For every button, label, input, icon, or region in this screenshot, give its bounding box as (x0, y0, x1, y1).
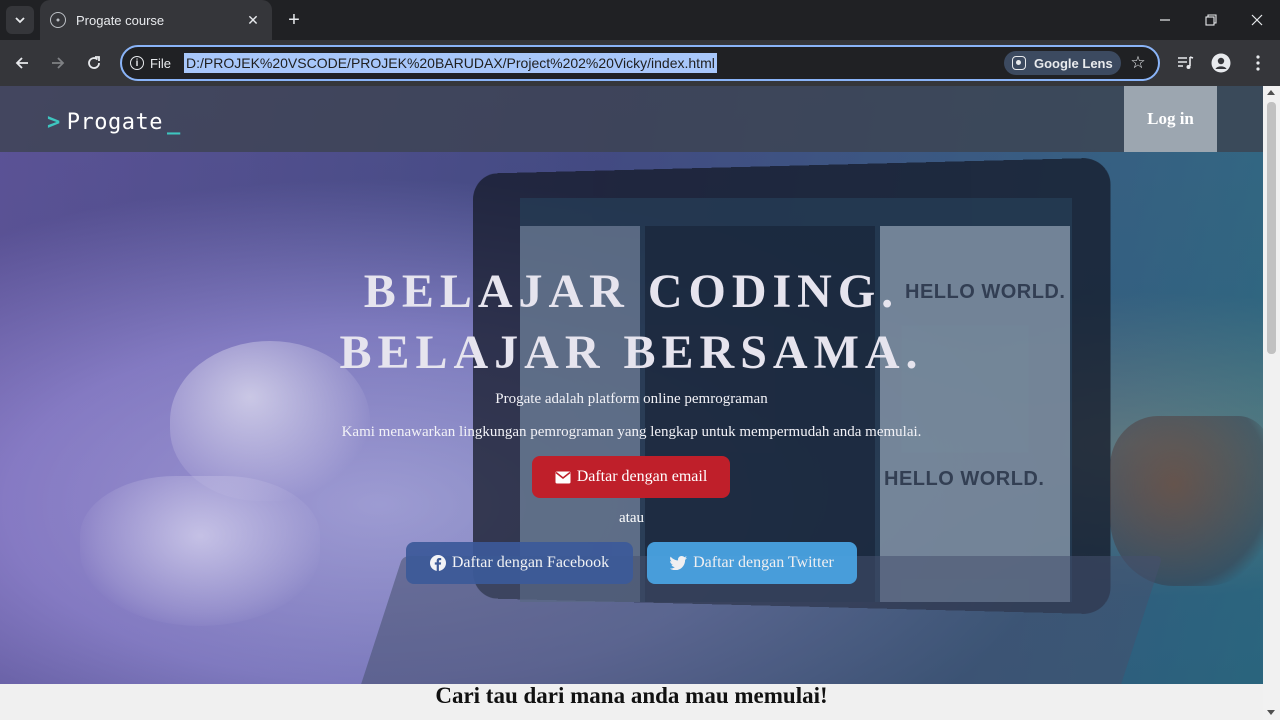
back-button[interactable] (8, 49, 36, 77)
hero-description-2: Kami menawarkan lingkungan pemrograman y… (341, 424, 922, 440)
scroll-down-arrow-icon[interactable] (1267, 710, 1275, 715)
logo-cursor: _ (166, 110, 181, 135)
headline-line-2: BELAJAR BERSAMA. (339, 326, 924, 379)
arrow-left-icon (15, 57, 28, 69)
address-bar[interactable]: i File D:/PROJEK%20VSCODE/PROJEK%20BARUD… (120, 45, 1160, 81)
google-lens-button[interactable]: Google Lens (1004, 51, 1121, 75)
signup-twitter-label: Daftar dengan Twitter (693, 554, 834, 571)
hero-photo-cup (80, 476, 320, 626)
restore-icon (1205, 14, 1217, 26)
page-viewport: HELLO WORLD. HELLO WORLD. > Progate _ Log … (0, 86, 1263, 720)
scroll-up-arrow-icon[interactable] (1267, 90, 1275, 95)
profile-icon (1211, 53, 1231, 73)
info-icon: i (130, 56, 144, 70)
minimize-icon (1160, 19, 1170, 21)
close-icon (1251, 14, 1263, 26)
media-control-icon (1178, 56, 1194, 69)
browser-tab-strip: Progate course ✕ + (0, 0, 1280, 40)
progate-logo[interactable]: > Progate _ (47, 110, 181, 135)
arrow-right-icon (52, 57, 65, 69)
signup-email-button[interactable]: Daftar dengan email (532, 456, 730, 498)
profile-button[interactable] (1207, 49, 1235, 77)
minimize-button[interactable] (1142, 0, 1188, 40)
scrollbar-thumb[interactable] (1267, 102, 1276, 354)
hero-headline: BELAJAR CODING. BELAJAR BERSAMA. (0, 261, 1263, 383)
page-scrollbar[interactable] (1263, 86, 1280, 720)
hero-photo-hello-text: HELLO WORLD. (884, 468, 1045, 490)
site-info-chip[interactable]: i File (130, 52, 171, 74)
tab-title: Progate course (76, 12, 165, 28)
login-button[interactable]: Log in (1124, 86, 1217, 152)
star-icon[interactable]: ☆ (1127, 52, 1149, 74)
signup-facebook-button[interactable]: Daftar dengan Facebook (406, 542, 633, 584)
plus-icon[interactable]: + (282, 8, 306, 32)
logo-text: Progate (66, 110, 163, 135)
url-text[interactable]: D:/PROJEK%20VSCODE/PROJEK%20BARUDAX/Proj… (184, 53, 717, 73)
forward-button[interactable] (44, 49, 72, 77)
scheme-label: File (150, 55, 171, 71)
twitter-icon (670, 556, 688, 570)
signup-facebook-label: Daftar dengan Facebook (451, 554, 610, 571)
close-icon[interactable]: ✕ (244, 11, 262, 29)
reload-icon (88, 56, 100, 69)
site-header: > Progate _ Log in (0, 86, 1263, 152)
kebab-menu-icon (1256, 55, 1260, 71)
hero-section: HELLO WORLD. HELLO WORLD. > Progate _ Log … (0, 86, 1263, 684)
facebook-icon (429, 555, 446, 571)
lens-icon (1012, 56, 1026, 70)
window-close-button[interactable] (1234, 0, 1280, 40)
media-control-button[interactable] (1172, 49, 1200, 77)
separator-text: atau (619, 510, 644, 526)
tab-search-button[interactable] (6, 6, 34, 34)
logo-chevron: > (47, 110, 61, 135)
signup-email-label: Daftar dengan email (576, 468, 708, 485)
envelope-icon (555, 471, 571, 484)
google-lens-label: Google Lens (1034, 55, 1113, 71)
restore-button[interactable] (1188, 0, 1234, 40)
headline-line-1: BELAJAR CODING. (363, 265, 900, 318)
browser-tab[interactable]: Progate course ✕ (40, 0, 272, 40)
reload-button[interactable] (80, 49, 108, 77)
menu-button[interactable] (1244, 49, 1272, 77)
browser-toolbar: i File D:/PROJEK%20VSCODE/PROJEK%20BARUD… (0, 40, 1280, 86)
hero-description-1: Progate adalah platform online pemrogram… (495, 391, 768, 407)
globe-icon (50, 12, 66, 28)
signup-twitter-button[interactable]: Daftar dengan Twitter (647, 542, 857, 584)
chevron-down-icon (15, 17, 25, 24)
section-title: Cari tau dari mana anda mau memulai! (435, 683, 828, 708)
